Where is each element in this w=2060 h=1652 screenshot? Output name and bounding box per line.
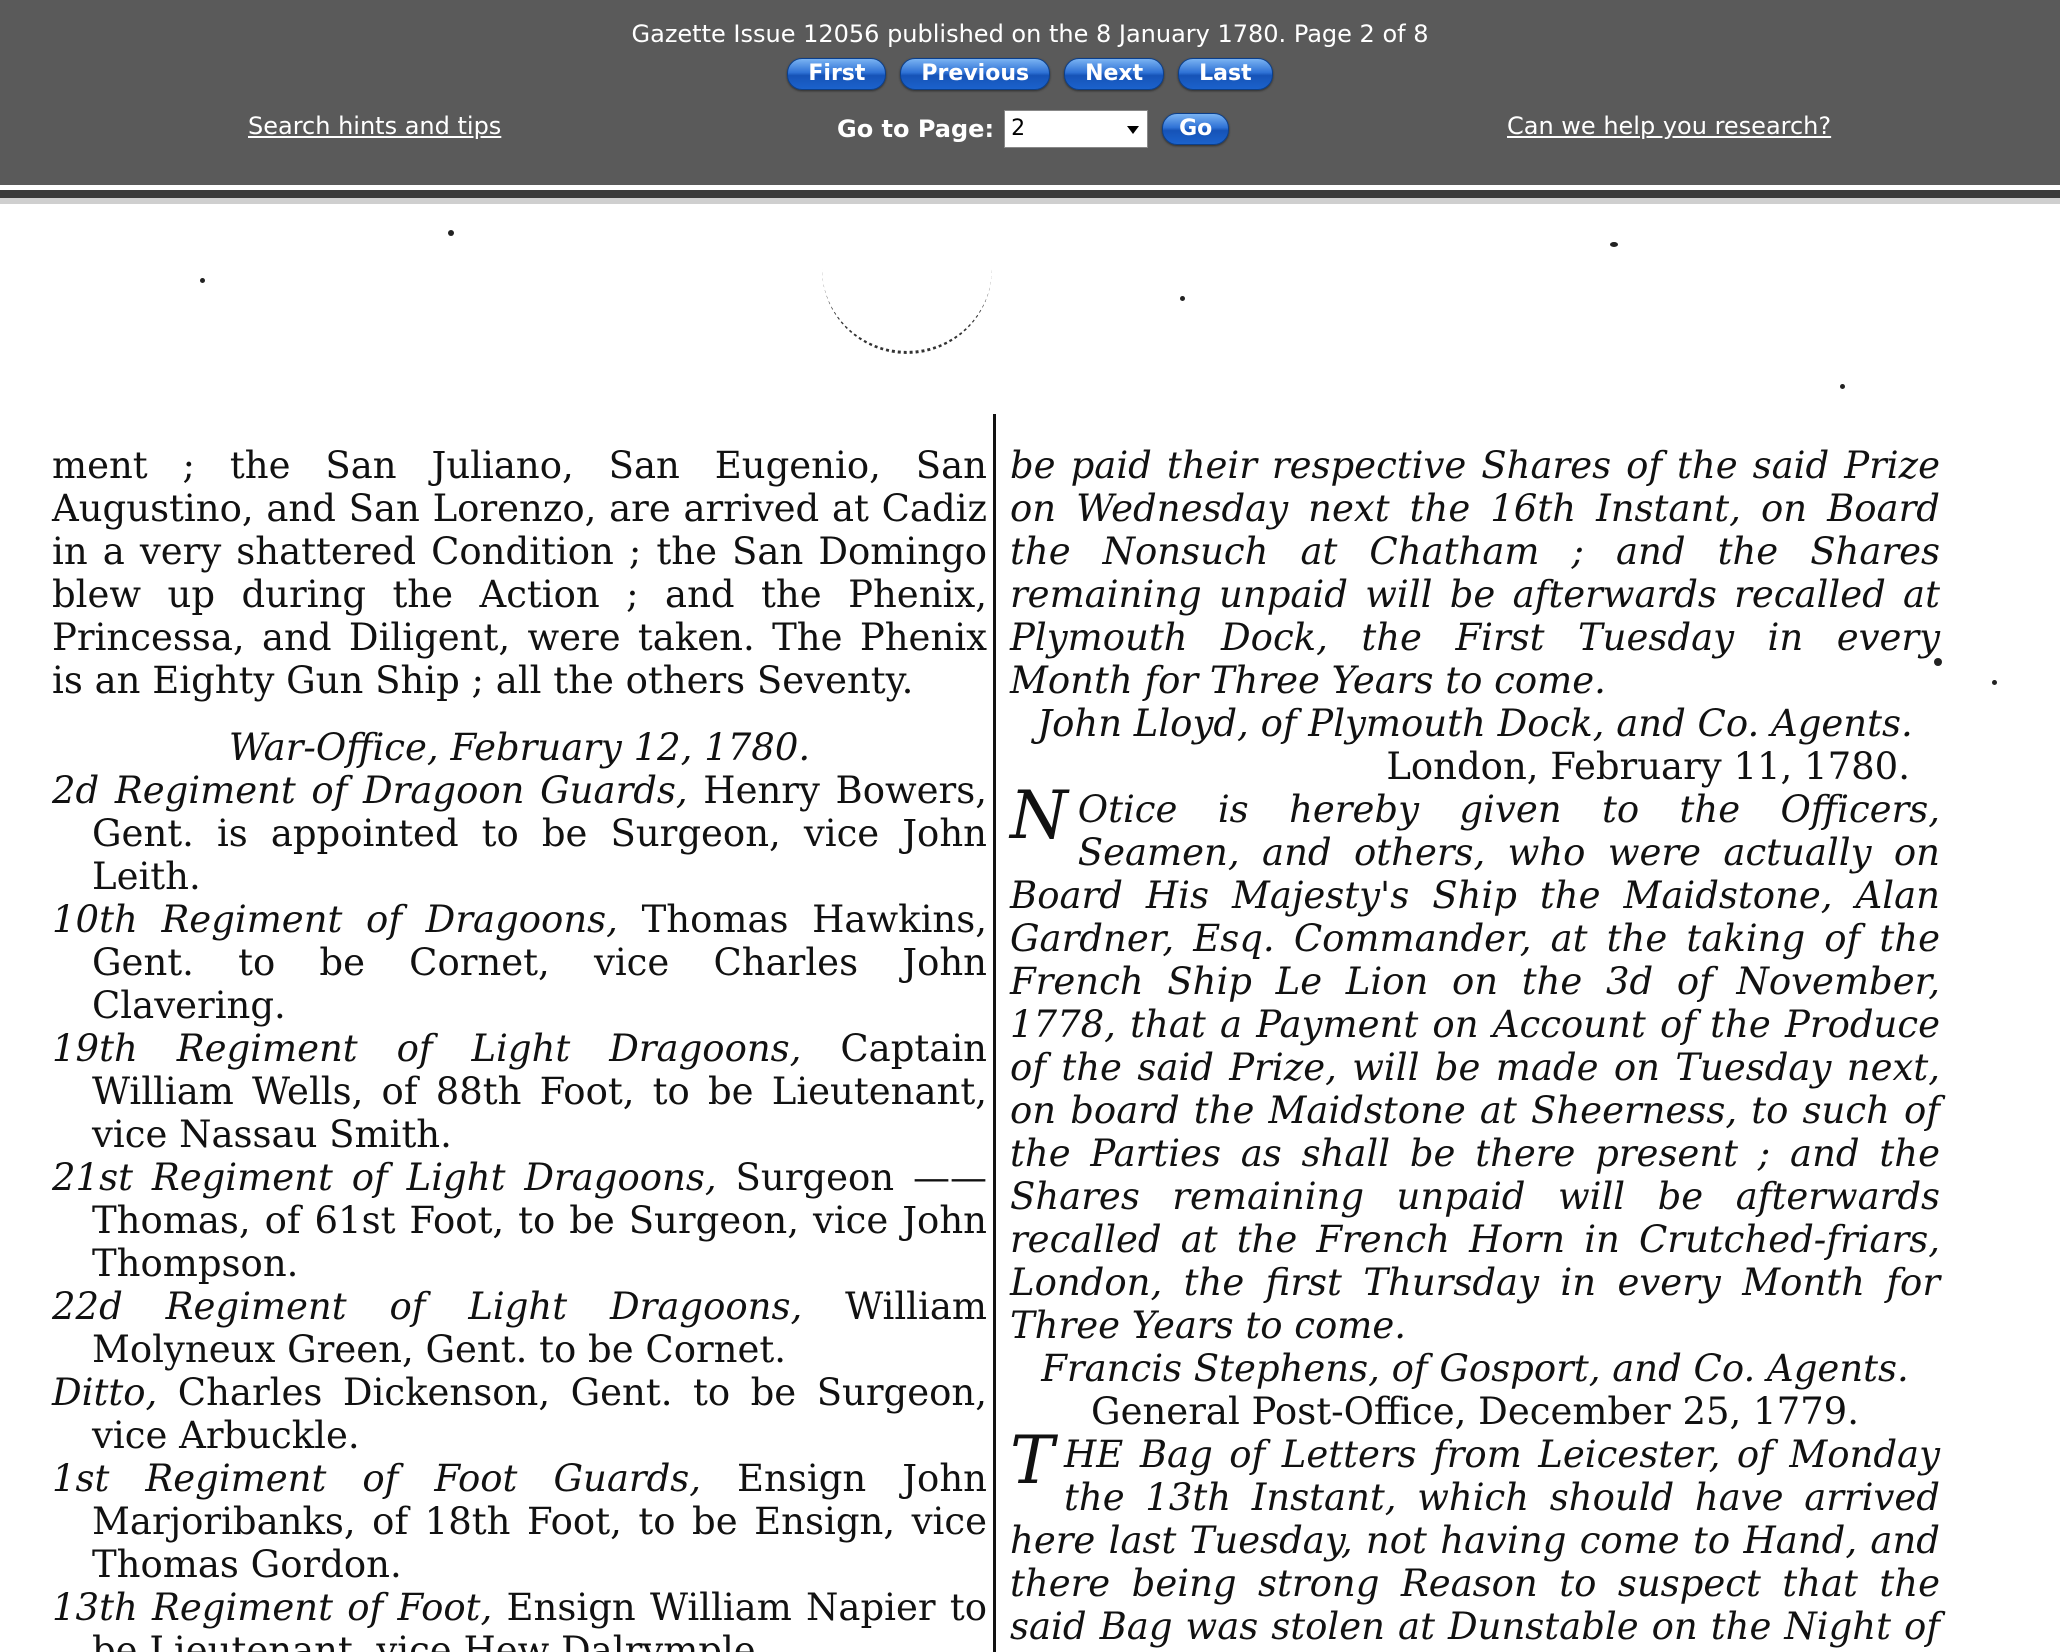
scan-speck <box>200 278 205 283</box>
appointment-entry: 1st Regiment of Foot Guards, Ensign John… <box>52 1457 987 1586</box>
appointment-entry: 13th Regiment of Foot, Ensign William Na… <box>52 1586 987 1652</box>
regiment-name: 1st Regiment of Foot Guards, <box>52 1457 702 1500</box>
go-button[interactable]: Go <box>1162 113 1230 145</box>
agent-signoff: John Lloyd, of Plymouth Dock, and Co. Ag… <box>1037 702 1913 745</box>
page-select[interactable]: 2 <box>1004 110 1149 148</box>
drop-cap: T <box>1010 1422 1055 1499</box>
next-page-button[interactable]: Next <box>1064 58 1165 90</box>
goto-page-control: Go to Page: 2 Go <box>837 109 1236 149</box>
issue-title: Gazette Issue 12056 published on the 8 J… <box>631 20 1429 48</box>
drop-cap: N <box>1010 777 1068 854</box>
agent-signoff: Francis Stephens, of Gosport, and Co. Ag… <box>1041 1347 1909 1390</box>
page-select-value: 2 <box>1011 116 1026 141</box>
right-column: be paid their respective Shares of the s… <box>1010 444 1940 1652</box>
goto-page-label: Go to Page: <box>837 115 995 143</box>
post-office-text: HE Bag of Letters from Leicester, of Mon… <box>1010 1433 1940 1652</box>
appointment-entry: 19th Regiment of Light Dragoons, Captain… <box>52 1027 987 1156</box>
appointment-text: Charles Dickenson, Gent. to be Surgeon, … <box>92 1371 987 1457</box>
london-heading: London, February 11, 1780. <box>1386 745 1910 788</box>
scan-speck <box>1840 384 1845 389</box>
viewer-toolbar: Gazette Issue 12056 published on the 8 J… <box>0 0 2060 185</box>
last-page-button[interactable]: Last <box>1178 58 1273 90</box>
regiment-name: 21st Regiment of Light Dragoons, <box>52 1156 717 1199</box>
seal-mark <box>822 266 992 354</box>
regiment-name: 22d Regiment of Light Dragoons, <box>52 1285 803 1328</box>
regiment-name: 19th Regiment of Light Dragoons, <box>52 1027 802 1070</box>
column-rule <box>993 414 996 1652</box>
scan-speck <box>448 230 454 236</box>
scan-speck <box>1180 296 1185 301</box>
notice-paragraph: N Otice is hereby given to the Officers, … <box>1010 777 1940 1348</box>
appointment-entry: 10th Regiment of Dragoons, Thomas Hawkin… <box>52 898 987 1027</box>
appointment-entry: Ditto, Charles Dickenson, Gent. to be Su… <box>52 1371 987 1457</box>
page-navigation: First Previous Next Last <box>0 58 2060 90</box>
scan-speck <box>1992 680 1997 685</box>
left-column: ment ; the San Juliano, San Eugenio, San… <box>52 444 987 1652</box>
prize-paragraph: be paid their respective Shares of the s… <box>1010 444 1940 702</box>
previous-page-button[interactable]: Previous <box>900 58 1051 90</box>
research-help-link[interactable]: Can we help you research? <box>1507 112 1831 140</box>
post-office-paragraph: T HE Bag of Letters from Leicester, of Mo… <box>1010 1422 1940 1652</box>
appointment-entry: 21st Regiment of Light Dragoons, Surgeon… <box>52 1156 987 1285</box>
notice-text: Otice is hereby given to the Officers, S… <box>1010 788 1940 1347</box>
post-office-heading: General Post-Office, December 25, 1779. <box>1091 1390 1859 1433</box>
scan-speck <box>1610 242 1618 247</box>
left-paragraph: ment ; the San Juliano, San Eugenio, San… <box>52 444 987 702</box>
first-page-button[interactable]: First <box>787 58 887 90</box>
gazette-page-scan: ment ; the San Juliano, San Eugenio, San… <box>0 204 2060 1652</box>
regiment-name: 2d Regiment of Dragoon Guards, <box>52 769 688 812</box>
search-hints-link[interactable]: Search hints and tips <box>248 112 501 140</box>
appointment-entry: 22d Regiment of Light Dragoons, William … <box>52 1285 987 1371</box>
toolbar-divider <box>0 190 2060 198</box>
regiment-name: 13th Regiment of Foot, <box>52 1586 493 1629</box>
regiment-name: Ditto, <box>52 1371 158 1414</box>
war-office-heading: War-Office, February 12, 1780. <box>228 726 811 769</box>
appointment-entry: 2d Regiment of Dragoon Guards, Henry Bow… <box>52 769 987 898</box>
chevron-down-icon <box>1127 126 1140 134</box>
regiment-name: 10th Regiment of Dragoons, <box>52 898 618 941</box>
